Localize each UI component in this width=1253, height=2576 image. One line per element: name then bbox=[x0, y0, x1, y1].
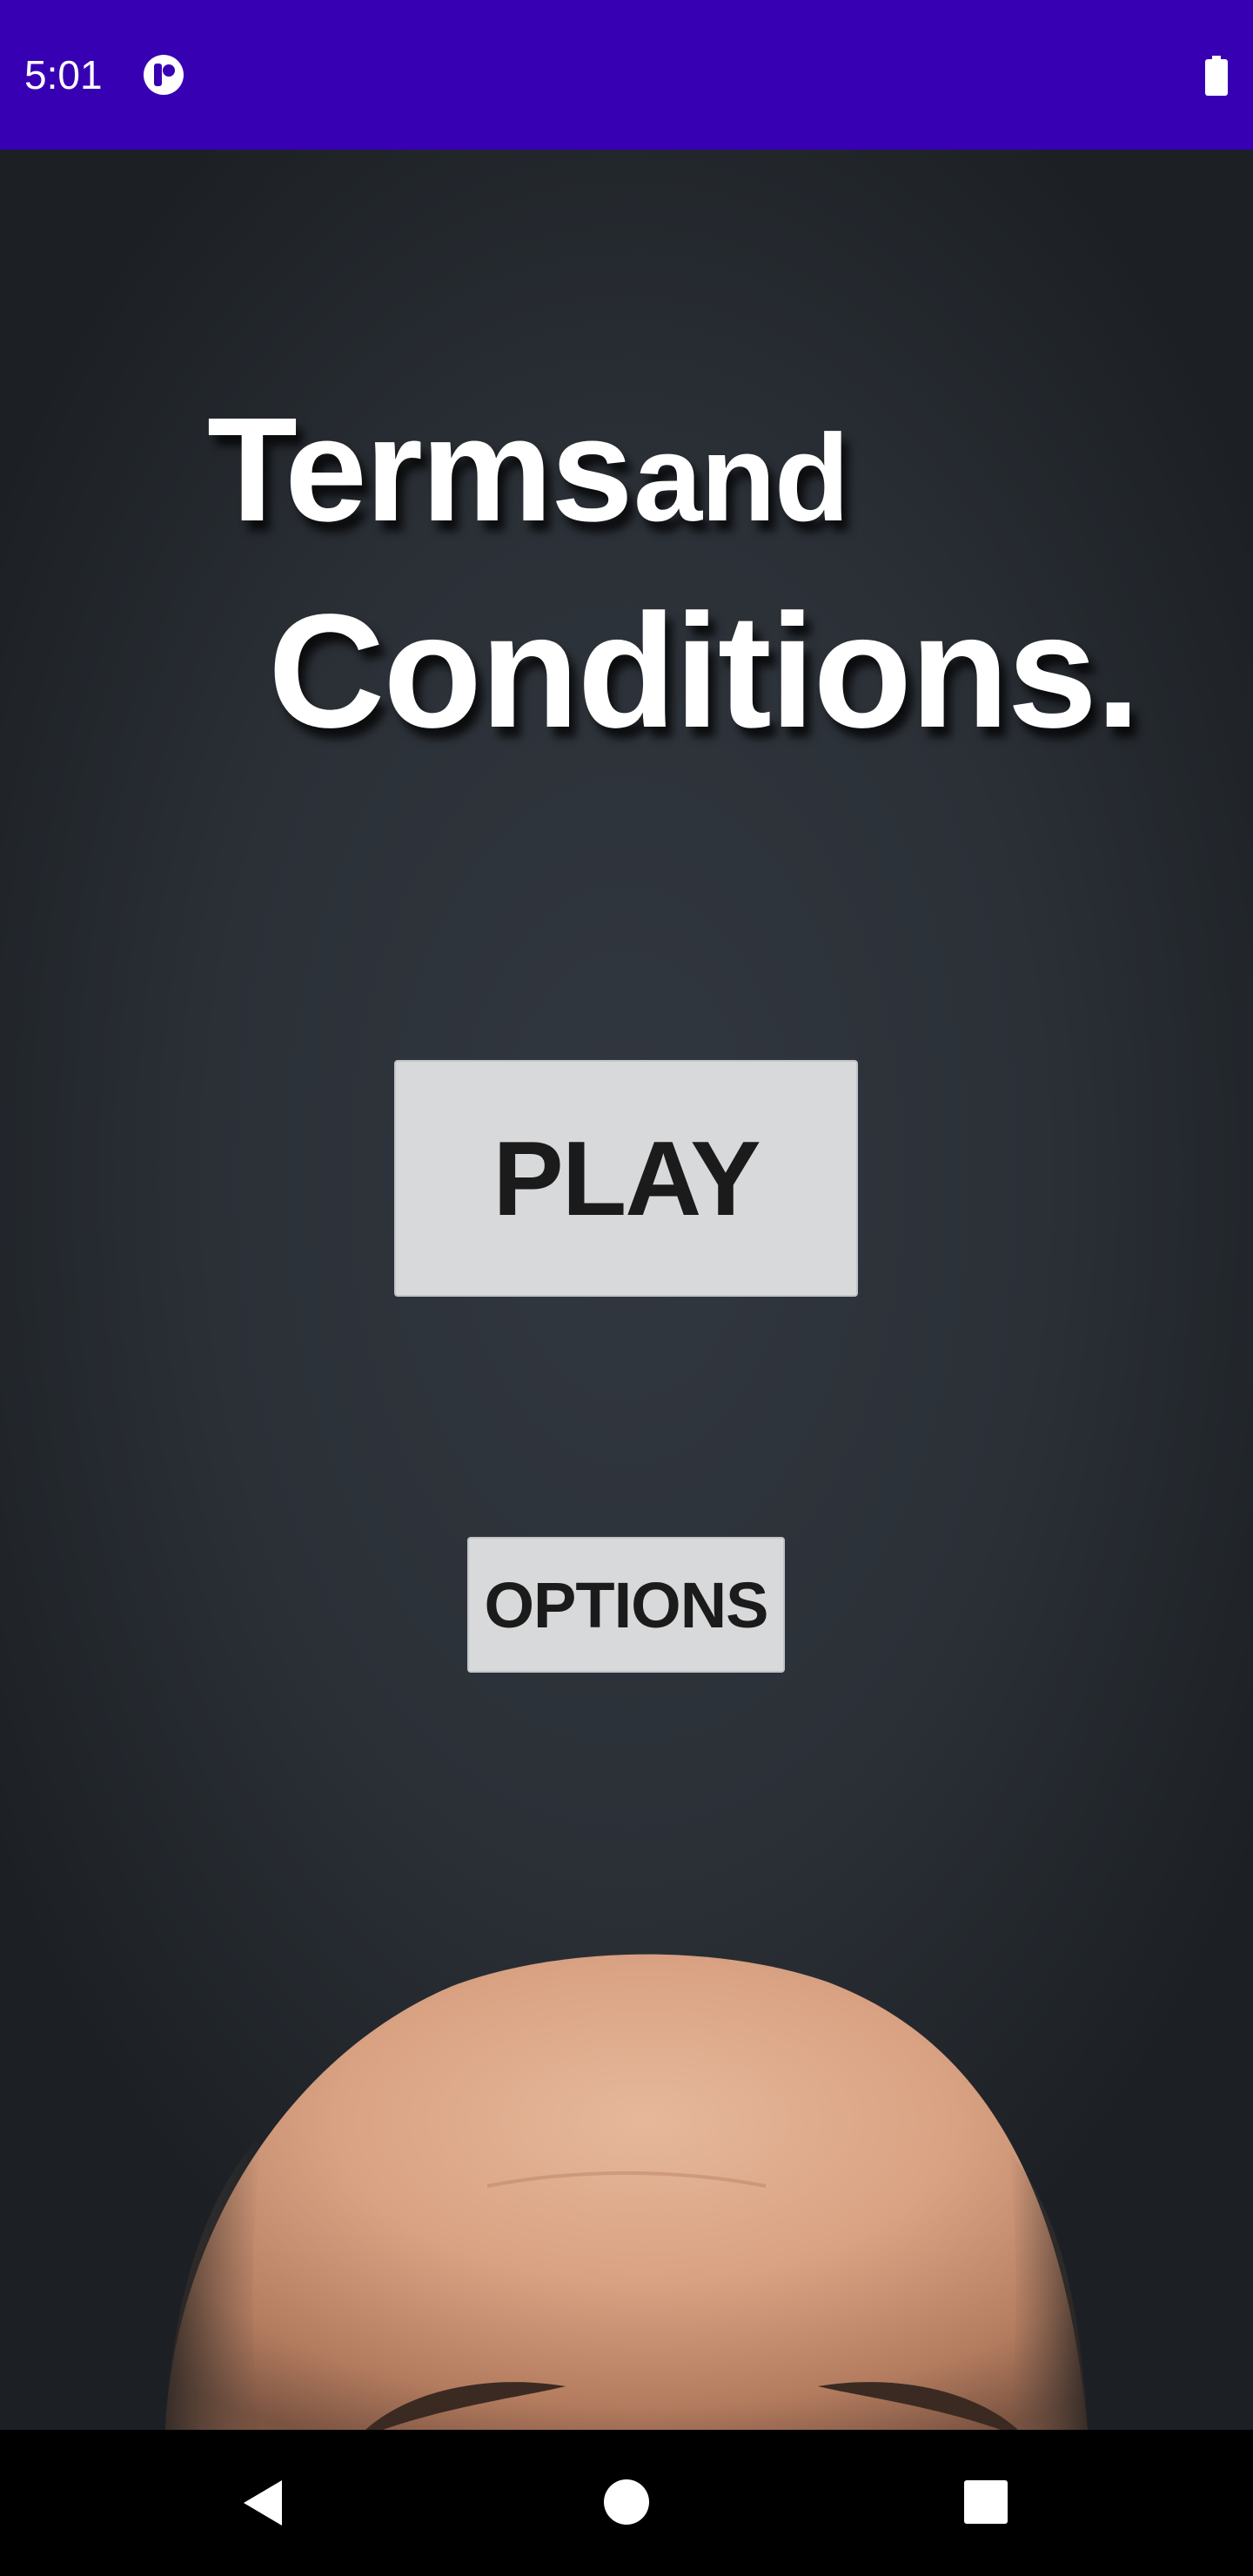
title-word-terms: Terms bbox=[207, 387, 633, 553]
back-triangle-icon[interactable] bbox=[237, 2477, 289, 2529]
home-circle-icon[interactable] bbox=[604, 2479, 649, 2525]
status-bar: 5:01 bbox=[0, 0, 1253, 150]
options-button[interactable]: OPTIONS bbox=[467, 1537, 785, 1673]
status-time: 5:01 bbox=[24, 52, 103, 97]
bald-head-illustration bbox=[165, 1954, 1088, 2430]
play-button[interactable]: PLAY bbox=[394, 1060, 858, 1297]
game-title-line-1: Terms and bbox=[207, 392, 850, 595]
battery-icon bbox=[1205, 56, 1228, 96]
recents-square-icon[interactable] bbox=[964, 2480, 1008, 2524]
game-title-line-2: Conditions. bbox=[268, 581, 1141, 761]
notification-app-icon bbox=[144, 55, 184, 95]
app-screen: 5:01 Terms and Conditions. PLAY OPTIONS bbox=[0, 0, 1253, 2576]
main-menu-screen: Terms and Conditions. PLAY OPTIONS bbox=[0, 150, 1253, 2430]
title-word-and: and bbox=[633, 409, 849, 547]
